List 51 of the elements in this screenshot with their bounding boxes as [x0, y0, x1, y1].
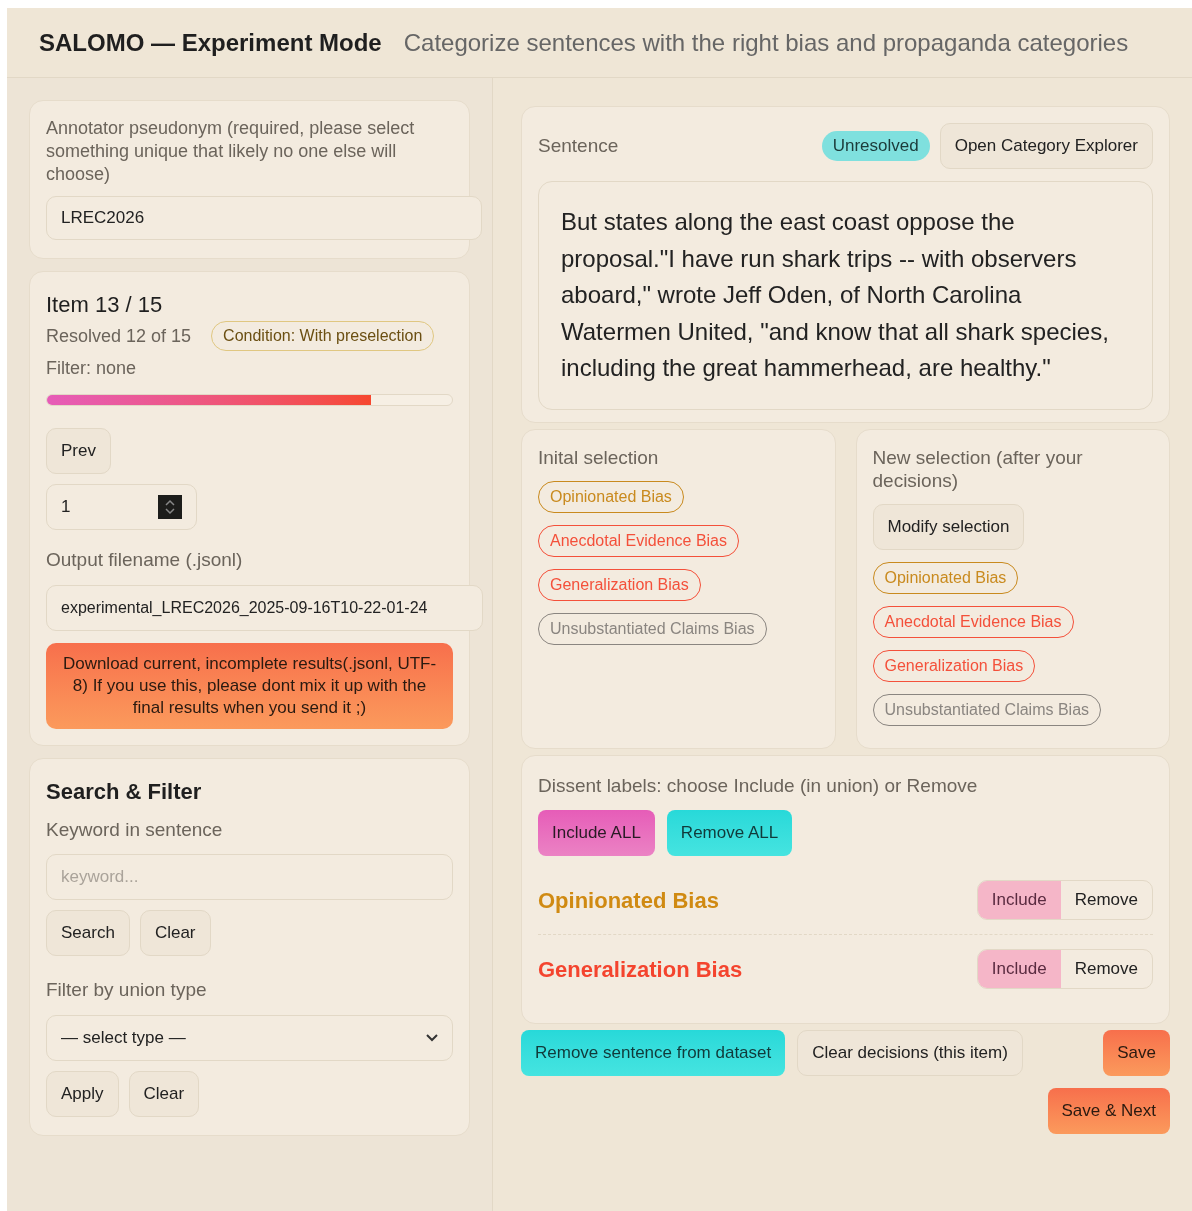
download-button[interactable]: Download current, incomplete results(.jsonl, UTF-8) If you use this, please dont mix it up with the final results when you send it ;): [46, 642, 453, 729]
filename-field[interactable]: experimental_LREC2026_2025-09-16T10-22-01-24: [46, 584, 483, 631]
category-tag: Unsubstantiated Claims Bias: [872, 693, 1102, 726]
field-label: Keyword in sentence: [46, 817, 224, 842]
app-title: SALOMO — Experiment Mode: [39, 27, 382, 58]
category-tag: Generalization Bias: [538, 568, 701, 601]
save-button[interactable]: Save: [1103, 1030, 1170, 1076]
category-tag: Generalization Bias: [872, 649, 1036, 682]
field-label: Output filename (.jsonl): [46, 548, 244, 572]
toggle-option[interactable]: Include: [977, 881, 1061, 919]
clear-decisions-button[interactable]: Clear decisions (this item): [797, 1030, 1023, 1076]
include-all-button[interactable]: Include ALL: [538, 810, 655, 856]
remove-sentence-button[interactable]: Remove sentence from dataset: [521, 1030, 786, 1076]
status-badge: Unresolved: [821, 131, 930, 161]
union-type-select[interactable]: — select type —: [46, 1014, 453, 1061]
field-label: Sentence: [538, 133, 620, 158]
field-label: Annotator pseudonym (required, please select something unique that likely no one else will choose): [46, 117, 416, 186]
toggle-option[interactable]: Remove: [1060, 881, 1152, 919]
category-tag: Anecdotal Evidence Bias: [872, 605, 1074, 638]
apply-button[interactable]: Apply: [46, 1070, 119, 1117]
category-tag: Opinionated Bias: [538, 480, 684, 513]
save-next-button[interactable]: Save & Next: [1047, 1088, 1170, 1134]
modify-selection-button[interactable]: Modify selection: [872, 503, 1025, 550]
spinner-icon[interactable]: [158, 495, 182, 519]
chevron-down-icon: [426, 1033, 438, 1042]
section-title: New selection (after your decisions): [872, 445, 1084, 492]
category-label: Generalization Bias: [538, 955, 743, 984]
sentence-text: But states along the east coast oppose the proposal."I have run shark trips -- with observers aboard," wrote Jeff Oden, of North Carolina Watermen United, "and know that all shark species, including the great hammerhead, are healthy.": [561, 207, 1110, 383]
clear-button[interactable]: Clear: [139, 910, 211, 956]
prev-button[interactable]: Prev: [46, 428, 111, 474]
section-title: Inital selection: [538, 445, 660, 469]
filter-status: Filter: none: [46, 357, 138, 380]
category-explorer-button[interactable]: Open Category Explorer: [939, 123, 1153, 169]
remove-all-button[interactable]: Remove ALL: [666, 810, 793, 856]
toggle-option[interactable]: Remove: [1060, 950, 1152, 988]
clear-button[interactable]: Clear: [128, 1070, 200, 1117]
category-label: Opinionated Bias: [538, 886, 719, 915]
category-tag: Unsubstantiated Claims Bias: [538, 612, 767, 645]
item-counter: Item 13 / 15: [46, 291, 164, 319]
toggle-option[interactable]: Include: [977, 950, 1061, 988]
keyword-field[interactable]: keyword...: [46, 854, 453, 900]
category-tag: Opinionated Bias: [872, 561, 1019, 594]
field-label: Filter by union type: [46, 978, 208, 1002]
section-title: Dissent labels: choose Include (in union) or Remove: [538, 773, 979, 798]
item-number-field[interactable]: 1: [46, 484, 197, 530]
section-title: Search & Filter: [46, 777, 203, 806]
app-subtitle: Categorize sentences with the right bias and propaganda categories: [403, 27, 1129, 58]
resolved-count: Resolved 12 of 15: [46, 324, 192, 348]
category-tag: Anecdotal Evidence Bias: [538, 524, 739, 557]
search-button[interactable]: Search: [46, 910, 130, 956]
pseudonym-field[interactable]: LREC2026: [46, 196, 482, 240]
